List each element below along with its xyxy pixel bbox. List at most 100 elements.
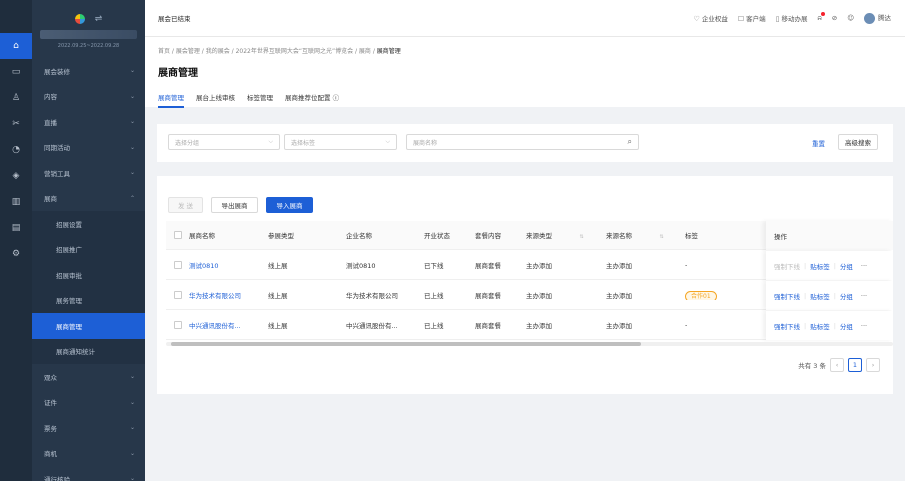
group-select[interactable]: 选择分组 ⌵: [168, 134, 280, 150]
cell-source_type: 主办添加: [526, 292, 552, 300]
column-header: 参展类型: [268, 230, 294, 240]
breadcrumb-item[interactable]: 首页: [158, 48, 170, 55]
column-header: 来源名称 ⇅: [606, 230, 664, 240]
prev-page-button[interactable]: ‹: [830, 358, 844, 372]
nav-sub-item-2[interactable]: 招展审批: [32, 262, 145, 288]
switch-event-icon[interactable]: ⇌: [95, 14, 103, 24]
nav-item-4[interactable]: 营销工具 ⌄: [32, 160, 145, 186]
nav-item-2[interactable]: 直播 ⌄: [32, 109, 145, 135]
nav-sub-item-5[interactable]: 展商通知统计: [32, 338, 145, 364]
nav-item-exhibitor[interactable]: 展商 ⌃: [32, 186, 145, 212]
nav-sub-item-3[interactable]: 展务管理: [32, 287, 145, 313]
settings-icon[interactable]: ⚙: [0, 241, 32, 267]
top-link-1[interactable]: ☐ 客户端: [738, 13, 766, 23]
tab-2[interactable]: 标签管理: [247, 92, 273, 108]
bell-icon[interactable]: ⍾: [817, 11, 825, 23]
breadcrumb-item[interactable]: 我的展会: [206, 48, 230, 55]
page-number[interactable]: 1: [848, 358, 862, 372]
divider: |: [833, 261, 836, 270]
filter-icon[interactable]: ⇅: [658, 234, 664, 240]
more-icon[interactable]: ···: [861, 292, 867, 300]
table-header: 展商名称 参展类型 企业名称 开业状态 套餐内容 来源类型 ⇅ 来源名称 ⇅ 标签 操作: [166, 221, 893, 250]
send-button[interactable]: 发 送: [168, 197, 203, 213]
filter-icon[interactable]: ⇅: [578, 234, 584, 240]
breadcrumb-item[interactable]: 展会管理: [176, 48, 200, 55]
reset-button[interactable]: 重置: [812, 138, 825, 148]
tab-1[interactable]: 展台上线审核: [196, 92, 235, 108]
column-header: 套餐内容: [475, 230, 501, 240]
icon-rail: ⌂ ▭ ♙ ✂ ◔ ◈ ▥ ▤ ⚙: [0, 0, 32, 481]
folder-icon[interactable]: ▤: [0, 215, 32, 241]
page-title: 展商管理: [158, 68, 198, 79]
add-tag-button[interactable]: 贴标签: [810, 321, 830, 331]
exhibitor-table-card: 发 送 导出展商 导入展商 展商名称 参展类型 企业名称 开业状态 套餐内容 来源类型 ⇅…: [157, 176, 893, 394]
nav-item-bottom-3[interactable]: 商机 ⌄: [32, 441, 145, 467]
nav-item-bottom-1[interactable]: 证件 ⌄: [32, 390, 145, 416]
top-link-label: 企业权益: [701, 15, 728, 23]
add-tag-button[interactable]: 贴标签: [810, 291, 830, 301]
search-icon[interactable]: ◔: [0, 137, 32, 163]
tab-3[interactable]: 展商推荐位配置 ⓘ: [285, 92, 339, 108]
scrollbar-thumb[interactable]: [171, 342, 641, 346]
exhibitor-name-link[interactable]: 测试0810: [189, 262, 219, 270]
row-checkbox[interactable]: [174, 291, 182, 299]
notification-dot: [820, 11, 825, 16]
breadcrumb-item[interactable]: 展商: [359, 48, 371, 55]
export-exhibitors-button[interactable]: 导出展商: [211, 197, 258, 213]
user-menu[interactable]: 腾达: [864, 12, 891, 24]
client-icon: ☐: [737, 15, 745, 23]
row-checkbox[interactable]: [174, 321, 182, 329]
message-icon[interactable]: ▭: [0, 59, 32, 85]
next-page-button[interactable]: ›: [866, 358, 880, 372]
emoji-icon[interactable]: ☺: [847, 14, 854, 22]
nav-item-3[interactable]: 同期活动 ⌄: [32, 135, 145, 161]
nav-item-0[interactable]: 展会装修 ⌄: [32, 58, 145, 84]
chevron-down-icon: ⌄: [129, 424, 135, 432]
search-icon[interactable]: ⌕: [628, 137, 632, 147]
exhibitor-name-link[interactable]: 中兴通讯股份有...: [189, 322, 241, 330]
group-button[interactable]: 分组: [840, 261, 853, 271]
add-tag-button[interactable]: 贴标签: [810, 261, 830, 271]
location-icon[interactable]: ◈: [0, 163, 32, 189]
group-button[interactable]: 分组: [840, 321, 853, 331]
force-offline-button[interactable]: 强制下线: [774, 261, 800, 271]
horizontal-scrollbar[interactable]: [166, 342, 893, 346]
nav-item-bottom-0[interactable]: 观众 ⌄: [32, 364, 145, 390]
nav-item-bottom-2[interactable]: 票务 ⌄: [32, 415, 145, 441]
force-offline-button[interactable]: 强制下线: [774, 291, 800, 301]
nav-item-1[interactable]: 内容 ⌄: [32, 84, 145, 110]
total-count: 共有 3 条: [798, 362, 826, 370]
cell-package: 展商套餐: [475, 292, 501, 300]
home-icon[interactable]: ⌂: [0, 33, 32, 59]
nav-sub-item-4[interactable]: 展商管理: [32, 313, 145, 339]
divider: |: [804, 261, 807, 270]
import-exhibitors-button[interactable]: 导入展商: [266, 197, 313, 213]
tag-select[interactable]: 选择标签 ⌵: [284, 134, 397, 150]
nav-label: 票务: [44, 424, 57, 433]
row-checkbox[interactable]: [174, 231, 182, 239]
chevron-down-icon: ⌄: [129, 143, 135, 151]
top-link-2[interactable]: ▯ 移动办展: [776, 13, 808, 23]
group-select-placeholder: 选择分组: [175, 139, 200, 147]
user-icon[interactable]: ♙: [0, 85, 32, 111]
chart-icon[interactable]: ▥: [0, 189, 32, 215]
row-actions: 强制下线 | 贴标签 | 分组 ···: [766, 281, 893, 310]
exhibitor-name-link[interactable]: 华为技术有限公司: [189, 292, 241, 300]
breadcrumb-item[interactable]: 2022年世界互联网大会“互联网之光”博览会: [236, 48, 354, 55]
force-offline-button[interactable]: 强制下线: [774, 321, 800, 331]
chevron-down-icon: ⌄: [129, 373, 135, 381]
row-checkbox[interactable]: [174, 261, 182, 269]
more-icon[interactable]: ···: [861, 322, 867, 330]
nav-sub-item-0[interactable]: 招展设置: [32, 211, 145, 237]
nav-item-bottom-4[interactable]: 通行核验 ⌄: [32, 466, 145, 481]
help-circle-icon[interactable]: ⓘ: [331, 94, 340, 102]
tab-0[interactable]: 展商管理: [158, 92, 184, 108]
top-link-0[interactable]: ♡ 企业权益: [694, 13, 728, 23]
help-icon[interactable]: ⊘: [832, 14, 837, 22]
nav-sub-item-1[interactable]: 招展推广: [32, 236, 145, 262]
group-button[interactable]: 分组: [840, 291, 853, 301]
advanced-search-button[interactable]: 高级搜索: [838, 134, 878, 150]
share-icon[interactable]: ✂: [0, 111, 32, 137]
exhibitor-name-input[interactable]: 展商名称 ⌕: [406, 134, 639, 150]
more-icon[interactable]: ···: [861, 262, 867, 270]
